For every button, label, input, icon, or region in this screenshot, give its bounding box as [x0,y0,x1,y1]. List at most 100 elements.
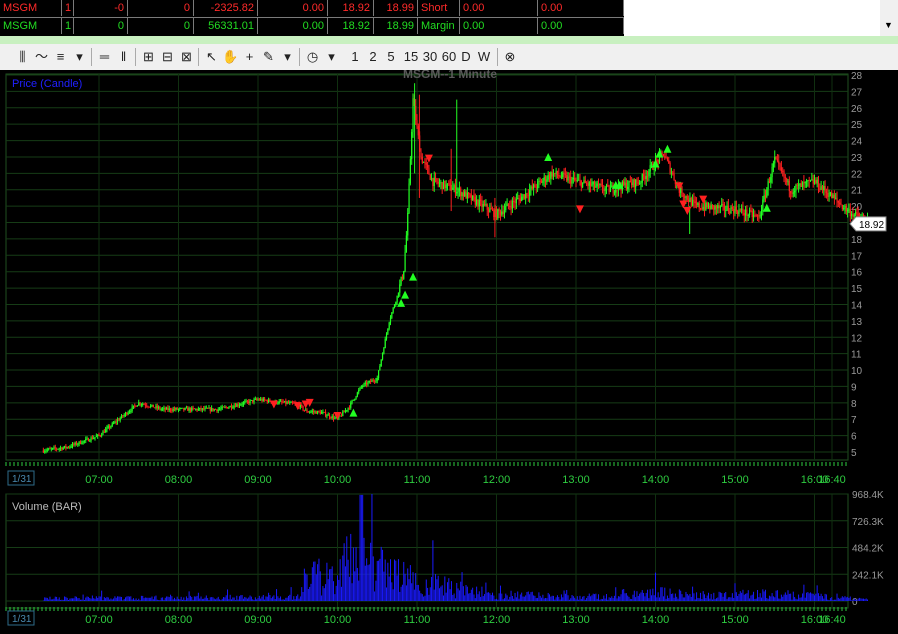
candle-body [264,398,266,401]
volume-time-tick: 09:00 [244,614,272,626]
candle-body [377,370,380,379]
scroll-down-icon[interactable]: ▼ [884,20,893,30]
candle-body [783,171,785,178]
candle-body [632,179,634,186]
positions-scrollbar[interactable]: ▼ [880,0,898,36]
candle-body [746,209,748,216]
candle-body [216,409,218,412]
candle-body [518,197,520,199]
candle-body [815,180,817,184]
candle-body [362,386,364,387]
dropdown-icon[interactable]: ▾ [279,47,296,67]
candle-body [456,191,458,194]
candle-body [268,399,270,403]
candle-body [224,406,226,408]
interval-W[interactable]: W [477,47,491,67]
candle-body [389,317,392,323]
candle-body [791,193,793,195]
price-axis-tick: 28 [851,71,863,82]
line-chart-icon[interactable]: 〜 [33,47,50,67]
hand-icon[interactable]: ✋ [222,47,239,67]
candle-body [694,201,696,204]
candle-body [501,211,503,215]
pointer-icon[interactable]: ↖ [203,47,220,67]
bar-chart-icon[interactable]: ≡ [52,47,69,67]
crosshair-box-icon[interactable]: ⊞ [140,47,157,67]
pen-icon[interactable]: ✎ [260,47,277,67]
price-axis-tick: 16 [851,268,863,279]
volume-time-tick: 10:00 [324,614,352,626]
candle-body [539,180,541,182]
candle-body [225,406,227,408]
candle-body [519,198,521,202]
candle-body [787,180,789,183]
candle-body [592,181,594,185]
candle-body [415,105,417,121]
position-row[interactable]: MSGM 1 0 0 56331.01 0.00 18.92 18.99 Margin 0.00 0… [0,18,624,35]
interval-1[interactable]: 1 [348,47,362,67]
candle-body [98,434,100,436]
candle-body [120,415,123,419]
close-chart-icon[interactable]: ⊗ [503,47,517,67]
candle-body [85,439,87,441]
position-cell-qty: 1 [62,18,74,34]
candle-body [261,399,263,401]
candle-body [468,192,470,195]
candle-body [595,186,597,188]
candle-body [114,421,116,424]
candle-body [46,449,48,451]
candle-body [546,179,548,182]
zoom-icon[interactable]: ⊠ [178,47,195,67]
candle-body [323,412,325,413]
candle-body [70,446,72,448]
candle-body [249,400,251,404]
clock-icon[interactable]: ◷ [304,47,321,67]
grid-icon[interactable]: ⊟ [159,47,176,67]
candle-body [715,205,718,209]
interval-5[interactable]: 5 [384,47,398,67]
candle-body [771,166,773,178]
candle-body [477,199,479,207]
position-row[interactable]: MSGM 1 -0 0 -2325.82 0.00 18.92 18.99 Short 0.00 0… [0,0,624,17]
candle-body [509,205,511,207]
volume-time-tick: 16:40 [818,614,846,626]
position-cell-qty: 1 [62,0,74,16]
candle-body [566,174,568,181]
candle-body [684,196,686,198]
row-divider [0,17,624,18]
candle-body [105,429,107,433]
candle-body [387,328,389,334]
candle-body [778,160,780,164]
candle-body [167,407,169,410]
interval-2[interactable]: 2 [366,47,380,67]
dropdown-icon[interactable]: ▾ [71,47,88,67]
candle-body [644,176,646,180]
separator-bar [0,36,898,44]
candle-body [73,443,75,445]
interval-30[interactable]: 30 [421,47,439,67]
candle-body [240,404,242,406]
candle-body [807,180,809,182]
candle-body [682,195,684,197]
candle-body [672,172,674,174]
candle-body [498,209,500,212]
candle-body [502,211,504,214]
cross-icon[interactable]: + [241,47,258,67]
hline-icon[interactable]: ═ [96,47,113,67]
candle-body [148,406,150,408]
dropdown-icon[interactable]: ▾ [323,47,340,67]
interval-D[interactable]: D [459,47,473,67]
candle-body [222,406,225,408]
candle-body [705,202,707,210]
candle-body [824,186,826,192]
interval-60[interactable]: 60 [440,47,458,67]
candle-body [844,205,846,209]
candle-body [637,182,639,184]
interval-15[interactable]: 15 [402,47,420,67]
candle-body [444,180,446,189]
candle-body [490,208,492,210]
price-axis-tick: 8 [851,399,857,410]
vline-icon[interactable]: ‖ [115,47,132,67]
candle-body [726,205,728,211]
candle-chart-icon[interactable]: ⫼ [14,47,31,67]
